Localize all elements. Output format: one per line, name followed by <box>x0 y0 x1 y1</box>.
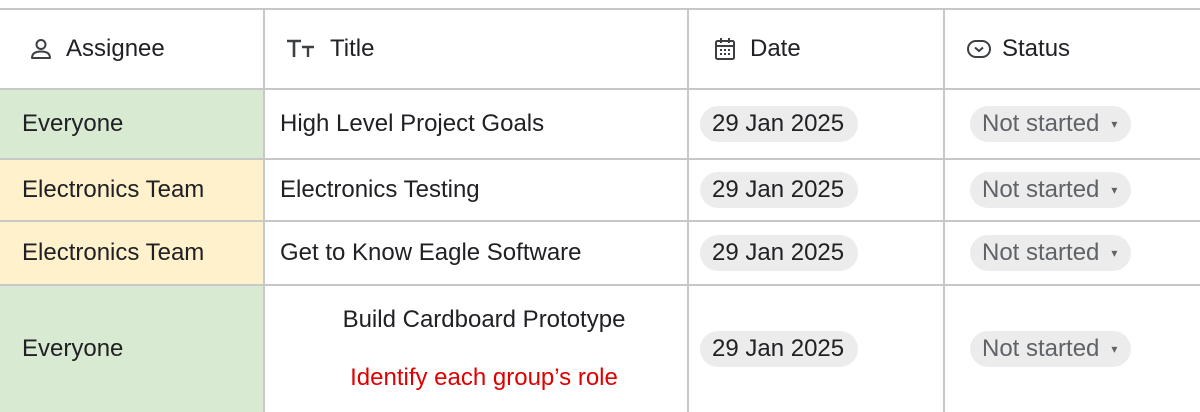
column-header-status-label: Status <box>1002 35 1071 62</box>
assignee-text: Everyone <box>22 335 124 362</box>
status-cell[interactable]: Not started ▾ <box>944 160 1200 220</box>
status-text: Not started <box>982 110 1100 137</box>
text-tt-icon <box>286 38 316 60</box>
assignee-cell[interactable]: Everyone <box>0 90 264 158</box>
date-cell[interactable]: 29 Jan 2025 <box>688 286 944 412</box>
title-text: Get to Know Eagle Software <box>280 239 582 266</box>
status-cell[interactable]: Not started ▾ <box>944 222 1200 284</box>
table-top-border <box>0 0 1200 10</box>
title-text: High Level Project Goals <box>280 110 545 137</box>
table-row: Everyone High Level Project Goals 29 Jan… <box>0 90 1200 160</box>
date-cell[interactable]: 29 Jan 2025 <box>688 90 944 158</box>
column-header-status[interactable]: Status <box>944 10 1200 88</box>
table-row: Electronics Team Get to Know Eagle Softw… <box>0 222 1200 286</box>
date-chip[interactable]: 29 Jan 2025 <box>700 235 859 271</box>
status-text: Not started <box>982 176 1100 203</box>
calendar-icon <box>714 37 736 61</box>
column-divider <box>943 10 945 412</box>
assignee-text: Electronics Team <box>22 239 205 266</box>
status-chip-icon <box>966 38 992 60</box>
column-header-assignee[interactable]: Assignee <box>0 10 264 88</box>
column-header-date-label: Date <box>750 35 801 62</box>
caret-down-icon: ▾ <box>1111 183 1118 197</box>
date-chip[interactable]: 29 Jan 2025 <box>700 106 859 142</box>
status-text: Not started <box>982 239 1100 266</box>
column-header-date[interactable]: Date <box>688 10 944 88</box>
title-note-text: Identify each group’s role <box>350 364 618 391</box>
table-header-row: Assignee Title Date Status <box>0 10 1200 90</box>
date-cell[interactable]: 29 Jan 2025 <box>688 160 944 220</box>
title-cell[interactable]: Electronics Testing <box>264 160 688 220</box>
table-row: Electronics Team Electronics Testing 29 … <box>0 160 1200 222</box>
status-dropdown[interactable]: Not started ▾ <box>970 331 1132 367</box>
status-dropdown[interactable]: Not started ▾ <box>970 172 1132 208</box>
caret-down-icon: ▾ <box>1111 246 1118 260</box>
date-cell[interactable]: 29 Jan 2025 <box>688 222 944 284</box>
column-divider <box>687 10 689 412</box>
date-chip[interactable]: 29 Jan 2025 <box>700 172 859 208</box>
title-text: Build Cardboard Prototype <box>342 306 626 333</box>
status-cell[interactable]: Not started ▾ <box>944 90 1200 158</box>
title-cell[interactable]: Build Cardboard Prototype Identify each … <box>264 286 688 412</box>
column-header-title-label: Title <box>330 35 375 62</box>
assignee-text: Everyone <box>22 110 124 137</box>
caret-down-icon: ▾ <box>1111 342 1118 356</box>
title-cell[interactable]: High Level Project Goals <box>264 90 688 158</box>
assignee-text: Electronics Team <box>22 176 205 203</box>
task-table: Assignee Title Date Status Everyone High… <box>0 0 1200 412</box>
assignee-cell[interactable]: Everyone <box>0 286 264 412</box>
person-icon <box>30 38 52 60</box>
title-text: Electronics Testing <box>280 176 480 203</box>
caret-down-icon: ▾ <box>1111 117 1118 131</box>
column-header-title[interactable]: Title <box>264 10 688 88</box>
assignee-cell[interactable]: Electronics Team <box>0 222 264 284</box>
assignee-cell[interactable]: Electronics Team <box>0 160 264 220</box>
status-cell[interactable]: Not started ▾ <box>944 286 1200 412</box>
table-row: Everyone Build Cardboard Prototype Ident… <box>0 286 1200 412</box>
date-chip[interactable]: 29 Jan 2025 <box>700 331 859 367</box>
title-cell[interactable]: Get to Know Eagle Software <box>264 222 688 284</box>
status-text: Not started <box>982 335 1100 362</box>
column-header-assignee-label: Assignee <box>66 35 165 62</box>
column-divider <box>263 10 265 412</box>
status-dropdown[interactable]: Not started ▾ <box>970 235 1132 271</box>
status-dropdown[interactable]: Not started ▾ <box>970 106 1132 142</box>
